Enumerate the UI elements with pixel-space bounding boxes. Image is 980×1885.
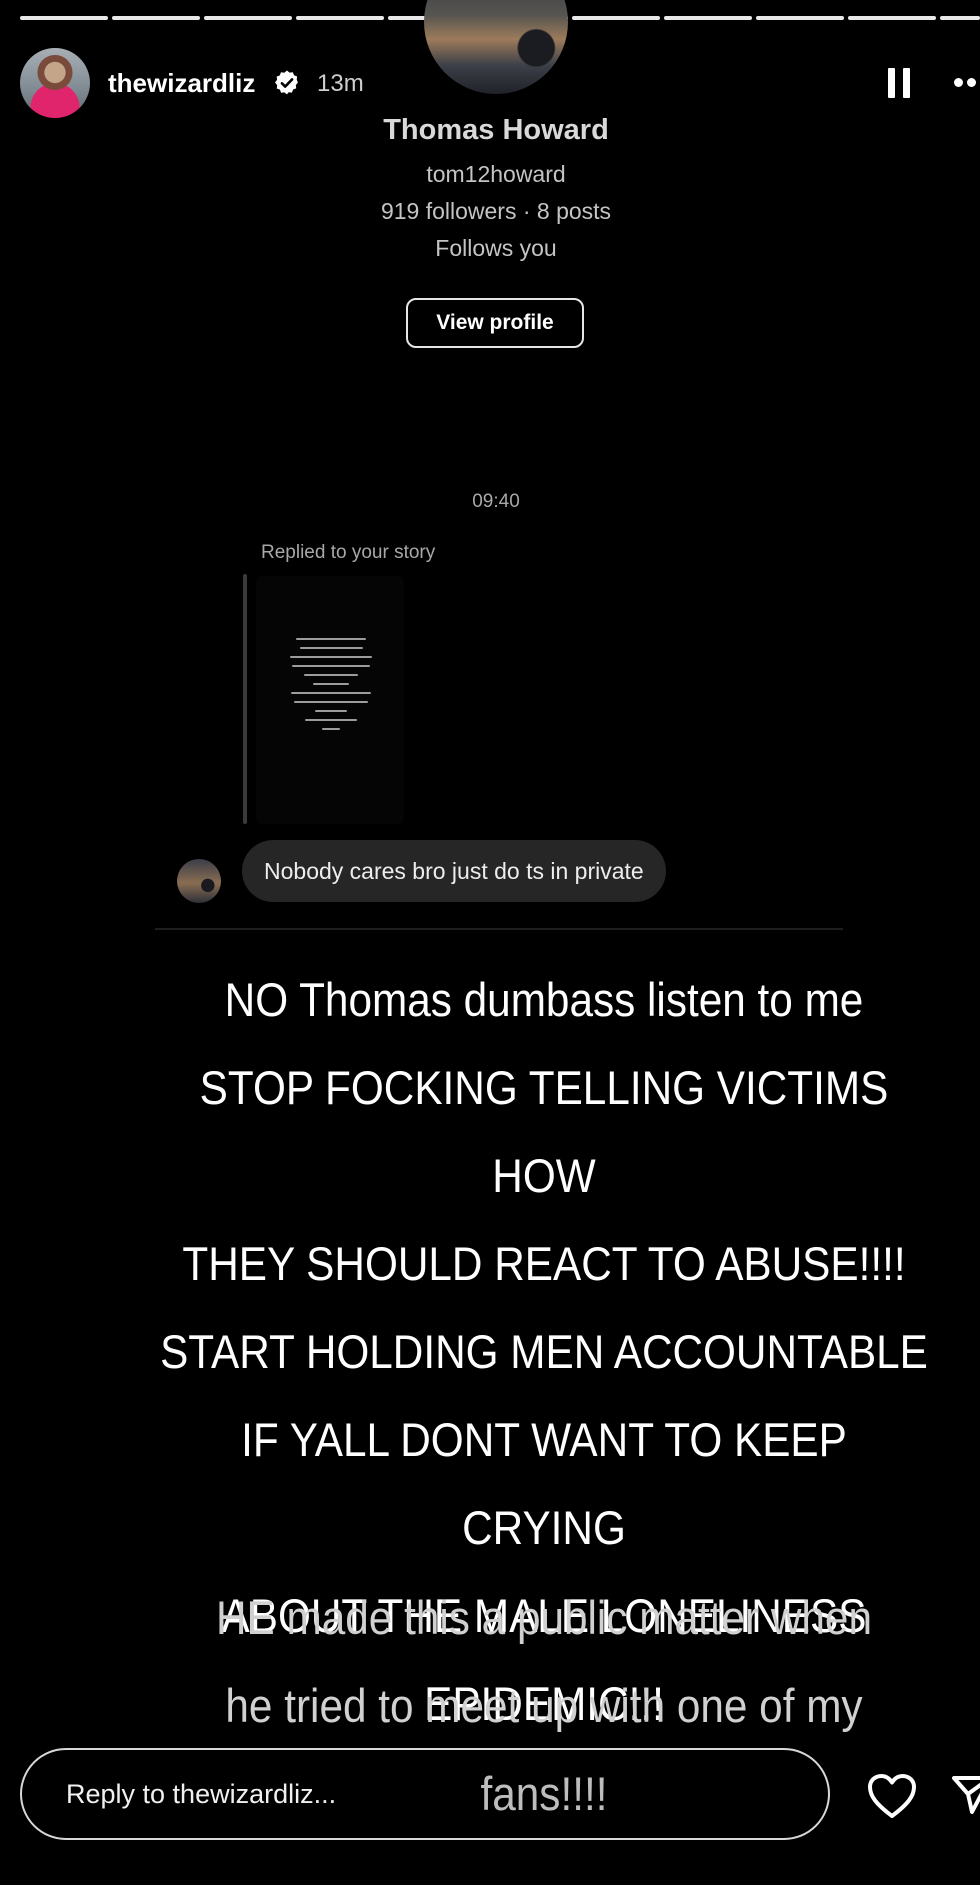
caption-line: THEY SHOULD REACT TO ABUSE!!!! — [182, 1237, 906, 1290]
progress-segment — [940, 16, 980, 20]
view-profile-button: View profile — [406, 298, 584, 348]
caption-line: NO Thomas dumbass listen to me — [224, 973, 864, 1026]
pause-icon[interactable] — [888, 68, 910, 98]
progress-segment — [756, 16, 844, 20]
reply-placeholder[interactable]: Reply to thewizardliz... — [66, 1779, 336, 1810]
send-icon[interactable] — [950, 1772, 980, 1816]
progress-segment — [204, 16, 292, 20]
reply-quote-bar — [243, 574, 247, 824]
story-time-ago: 13m — [317, 70, 364, 97]
caption-line: STOP FOCKING TELLING VICTIMS HOW — [199, 1061, 889, 1202]
heart-icon[interactable] — [866, 1772, 918, 1820]
caption-line: he tried to meet up with one of my — [225, 1679, 863, 1732]
sender-avatar — [177, 859, 221, 903]
profile-avatar — [424, 0, 568, 94]
story-caption-sub: HE made this a public matter when he tri… — [155, 1574, 933, 1750]
progress-segment — [572, 16, 660, 20]
message-timestamp: 09:40 — [472, 491, 520, 512]
caption-line: START HOLDING MEN ACCOUNTABLE — [160, 1325, 928, 1378]
profile-stats: 919 followers · 8 posts — [380, 198, 612, 224]
divider — [155, 928, 843, 930]
profile-relationship: Follows you — [435, 235, 557, 261]
progress-segment — [296, 16, 384, 20]
story-author-avatar[interactable] — [20, 48, 90, 118]
more-options-icon[interactable] — [954, 78, 980, 88]
verified-badge-icon — [274, 70, 298, 95]
story-author-username[interactable]: thewizardliz — [108, 68, 255, 99]
profile-handle: tom12howard — [426, 161, 566, 187]
progress-segment — [112, 16, 200, 20]
caption-line: HE made this a public matter when — [216, 1591, 872, 1644]
progress-segment — [20, 16, 108, 20]
message-bubble: Nobody cares bro just do ts in private — [242, 840, 666, 902]
replied-to-story-label: Replied to your story — [261, 542, 436, 563]
caption-line: IF YALL DONT WANT TO KEEP CRYING — [241, 1413, 847, 1554]
profile-name: Thomas Howard — [383, 114, 609, 146]
progress-segment — [664, 16, 752, 20]
progress-segment — [848, 16, 936, 20]
replied-story-thumbnail — [256, 576, 404, 824]
